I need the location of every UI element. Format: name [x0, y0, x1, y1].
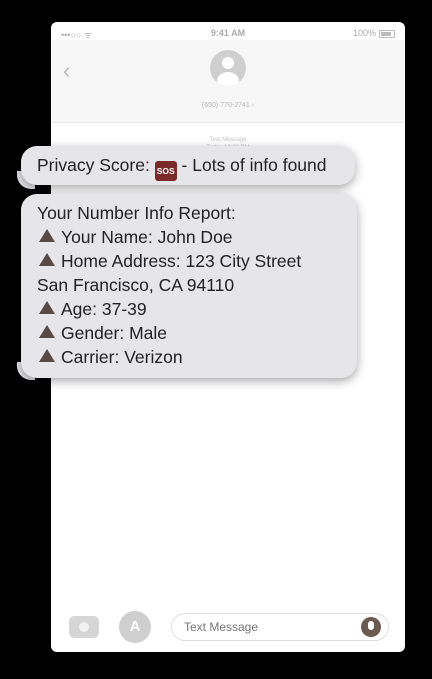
app-store-icon[interactable]: A	[119, 611, 151, 643]
report-gender: Gender: Male	[61, 323, 168, 343]
report-title: Your Number Info Report:	[37, 203, 236, 223]
contact-name[interactable]: (650) 770-2741 ›	[51, 102, 405, 109]
warning-triangle-icon	[39, 301, 55, 314]
privacy-score-label: Privacy Score:	[37, 155, 155, 175]
report-item: Gender: Male	[37, 321, 347, 345]
warning-triangle-icon	[39, 325, 55, 338]
privacy-score-message: Privacy Score: SOS - Lots of info found	[21, 146, 355, 185]
warning-triangle-icon	[39, 229, 55, 242]
battery-indicator: 100%	[353, 28, 395, 38]
report-item: Home Address: 123 City Street	[37, 249, 347, 273]
battery-percent: 100%	[352, 28, 376, 38]
report-address-line2: San Francisco, CA 94110	[37, 275, 235, 295]
report-item: Age: 37-39	[37, 297, 347, 321]
avatar-head	[222, 57, 234, 69]
back-chevron-icon[interactable]: ‹	[63, 60, 70, 82]
microphone-icon[interactable]	[361, 617, 381, 637]
status-time: 9:41 AM	[210, 28, 246, 38]
info-report-message: Your Number Info Report: Your Name: John…	[21, 194, 357, 378]
composer-bar: A	[51, 604, 405, 652]
conversation-header: ‹ (650) 770-2741 ›	[51, 40, 405, 123]
message-type-label: Text Message	[209, 137, 247, 143]
battery-icon	[379, 29, 395, 38]
camera-icon[interactable]	[69, 616, 99, 638]
avatar-body	[217, 72, 239, 86]
privacy-score-detail: - Lots of info found	[176, 155, 327, 175]
warning-triangle-icon	[39, 253, 55, 266]
report-item: Carrier: Verizon	[37, 345, 347, 369]
report-carrier: Carrier: Verizon	[61, 347, 183, 367]
warning-triangle-icon	[39, 349, 55, 362]
report-address: Home Address: 123 City Street	[61, 251, 302, 271]
report-item: Your Name: John Doe	[37, 225, 347, 249]
message-input[interactable]	[171, 613, 389, 641]
report-name: Your Name: John Doe	[61, 227, 233, 247]
sos-badge-icon: SOS	[154, 161, 177, 181]
report-age: Age: 37-39	[61, 299, 147, 319]
contact-avatar-icon[interactable]	[210, 50, 246, 86]
